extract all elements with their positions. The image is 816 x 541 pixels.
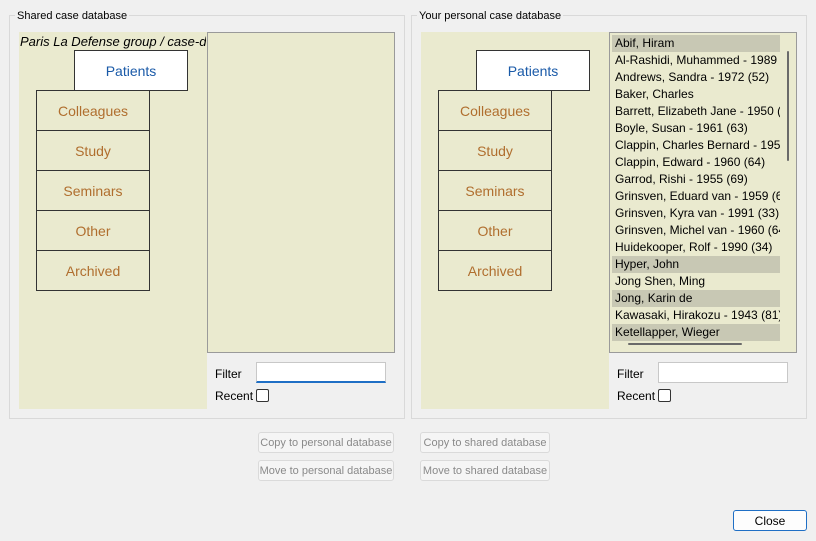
personal-tab-study[interactable]: Study <box>438 130 552 171</box>
patient-list-item[interactable]: Clappin, Charles Bernard - 1958 <box>612 137 780 154</box>
patient-list-item[interactable]: Andrews, Sandra - 1972 (52) <box>612 69 780 86</box>
patient-list-item[interactable]: Garrod, Rishi - 1955 (69) <box>612 171 780 188</box>
shared-filter-input[interactable] <box>256 362 386 383</box>
shared-recent-checkbox[interactable] <box>256 389 269 402</box>
patient-list-item[interactable]: Grinsven, Michel van - 1960 (64 <box>612 222 780 239</box>
patient-list-item[interactable]: Hyper, John <box>612 256 780 273</box>
personal-patient-list[interactable]: Ketellapper, Wieger Kawasaki, Hirakozu - … <box>609 32 797 353</box>
patient-list-item[interactable]: Huidekooper, Rolf - 1990 (34) <box>612 239 780 256</box>
personal-tab-archived[interactable]: Archived <box>438 250 552 291</box>
horizontal-scrollbar-thumb[interactable] <box>628 343 742 345</box>
shared-tab-archived[interactable]: Archived <box>36 250 150 291</box>
patient-list-item[interactable]: Barrett, Elizabeth Jane - 1950 (7 <box>612 103 780 120</box>
copy-to-personal-button[interactable]: Copy to personal database <box>258 432 394 453</box>
patient-list-item[interactable]: Baker, Charles <box>612 86 780 103</box>
personal-tab-seminars[interactable]: Seminars <box>438 170 552 211</box>
shared-filter-label: Filter <box>215 367 242 381</box>
move-to-shared-button[interactable]: Move to shared database <box>420 460 550 481</box>
shared-tab-other[interactable]: Other <box>36 210 150 251</box>
patient-list-item[interactable]: Clappin, Edward - 1960 (64) <box>612 154 780 171</box>
personal-recent-label: Recent <box>617 389 656 403</box>
personal-recent-checkbox[interactable] <box>658 389 671 402</box>
shared-recent-label: Recent <box>215 389 254 403</box>
shared-patient-list[interactable] <box>207 32 395 353</box>
patient-list-item[interactable]: Jong, Karin de <box>612 290 780 307</box>
patient-list-item[interactable]: Kawasaki, Hirakozu - 1943 (81) <box>612 307 780 324</box>
shared-tab-seminars[interactable]: Seminars <box>36 170 150 211</box>
shared-database-title: Shared case database <box>15 10 130 22</box>
shared-tab-study[interactable]: Study <box>36 130 150 171</box>
close-button[interactable]: Close <box>733 510 807 531</box>
personal-filter-label: Filter <box>617 367 644 381</box>
vertical-scrollbar-thumb[interactable] <box>787 51 789 161</box>
patient-list-item[interactable]: Grinsven, Kyra van - 1991 (33) <box>612 205 780 222</box>
patient-list-item[interactable]: Al-Rashidi, Muhammed - 1989 <box>612 52 780 69</box>
shared-group-name: Paris La Defense group / case-d <box>20 34 206 49</box>
shared-tab-patients[interactable]: Patients <box>74 50 188 91</box>
personal-filter-input[interactable] <box>658 362 788 383</box>
copy-to-shared-button[interactable]: Copy to shared database <box>420 432 550 453</box>
patient-list-item[interactable]: Jong Shen, Ming <box>612 273 780 290</box>
move-to-personal-button[interactable]: Move to personal database <box>258 460 394 481</box>
personal-tab-other[interactable]: Other <box>438 210 552 251</box>
personal-tab-patients[interactable]: Patients <box>476 50 590 91</box>
personal-database-title: Your personal case database <box>417 10 564 22</box>
shared-tab-colleagues[interactable]: Colleagues <box>36 90 150 131</box>
personal-tab-colleagues[interactable]: Colleagues <box>438 90 552 131</box>
patient-list-item[interactable]: Ketellapper, Wieger <box>612 324 780 341</box>
patient-list-item[interactable]: Boyle, Susan - 1961 (63) <box>612 120 780 137</box>
patient-list-item[interactable]: Abif, Hiram <box>612 35 780 52</box>
patient-list-item[interactable]: Grinsven, Eduard van - 1959 (64 <box>612 188 780 205</box>
